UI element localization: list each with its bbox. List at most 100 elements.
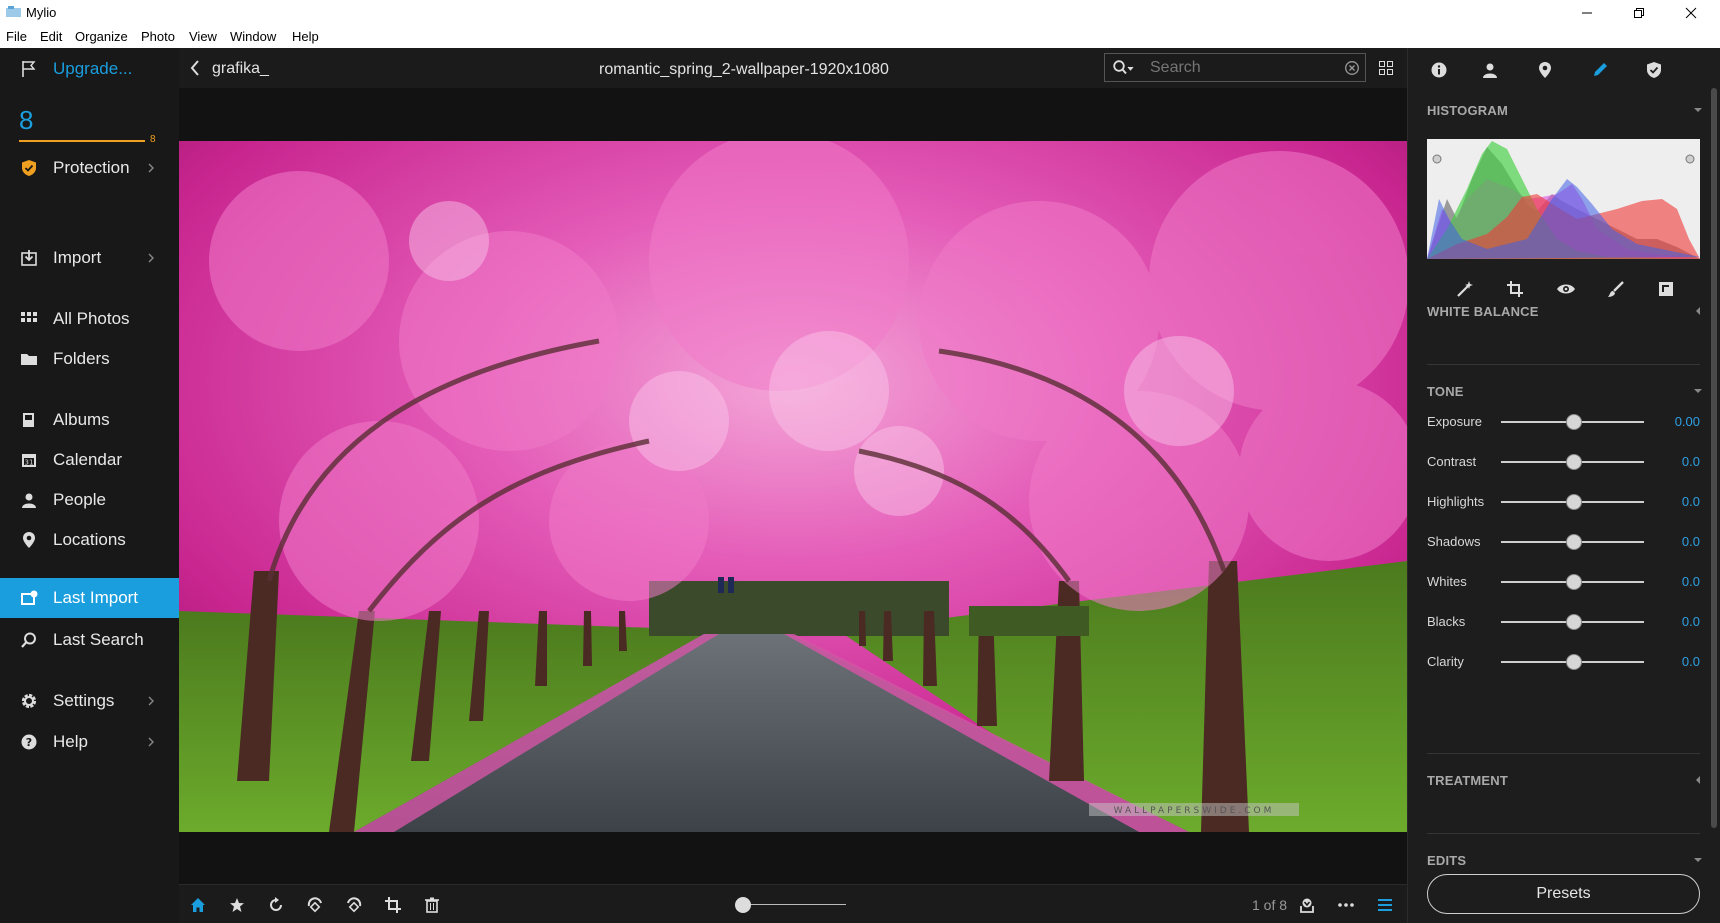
gear-icon xyxy=(20,692,38,710)
search-icon xyxy=(20,631,38,649)
close-button[interactable] xyxy=(1666,0,1716,26)
expand-arrow-icon[interactable] xyxy=(1694,776,1702,784)
edit-pencil-icon[interactable] xyxy=(1589,59,1611,81)
zoom-slider[interactable] xyxy=(730,897,852,913)
slider-knob[interactable] xyxy=(1566,494,1582,510)
sidebar-item-calendar[interactable]: 31 Calendar xyxy=(0,441,179,479)
magic-wand-icon[interactable] xyxy=(1456,280,1474,298)
slider-label: Clarity xyxy=(1427,654,1464,669)
info-icon[interactable] xyxy=(1428,59,1450,81)
slider-value[interactable]: 0.0 xyxy=(1682,534,1700,549)
zoom-knob[interactable] xyxy=(735,897,752,913)
crop-icon[interactable] xyxy=(383,895,403,915)
section-divider xyxy=(1427,833,1700,834)
slider-value[interactable]: 0.0 xyxy=(1682,454,1700,469)
collapse-arrow-icon[interactable] xyxy=(1694,387,1702,395)
menu-view[interactable]: View xyxy=(189,29,217,44)
restore-button[interactable] xyxy=(1614,0,1664,26)
exposure-slider[interactable]: Exposure 0.00 xyxy=(1427,412,1700,432)
sidebar-item-people[interactable]: People xyxy=(0,481,179,519)
shadows-slider[interactable]: Shadows 0.0 xyxy=(1427,532,1700,552)
tone-title: TONE xyxy=(1427,384,1464,399)
expand-arrow-icon[interactable] xyxy=(1694,307,1702,315)
panel-scrollbar[interactable] xyxy=(1711,88,1717,828)
slider-knob[interactable] xyxy=(1566,454,1582,470)
sidebar-item-label: Folders xyxy=(53,349,110,368)
sidebar-item-label: Last Search xyxy=(53,630,144,649)
upgrade-link[interactable]: Upgrade... xyxy=(0,50,179,88)
trash-icon[interactable] xyxy=(422,895,442,915)
sidebar: Upgrade... 8 8 Protection Import All Pho… xyxy=(0,48,179,923)
home-icon[interactable] xyxy=(188,895,208,915)
location-tab-icon[interactable] xyxy=(1534,59,1556,81)
slider-knob[interactable] xyxy=(1566,414,1582,430)
sidebar-item-folders[interactable]: Folders xyxy=(0,340,179,378)
menu-edit[interactable]: Edit xyxy=(40,29,62,44)
menu-help[interactable]: Help xyxy=(292,29,319,44)
edit-panel: HISTOGRAM WHITE BALANCE TONE Exposure 0.… xyxy=(1407,48,1720,923)
sidebar-item-albums[interactable]: Albums xyxy=(0,401,179,439)
blacks-slider[interactable]: Blacks 0.0 xyxy=(1427,612,1700,632)
rotate-icon[interactable] xyxy=(266,895,286,915)
sidebar-item-help[interactable]: ? Help xyxy=(0,723,179,761)
slider-value[interactable]: 0.0 xyxy=(1682,574,1700,589)
menu-photo[interactable]: Photo xyxy=(141,29,175,44)
sidebar-item-settings[interactable]: Settings xyxy=(0,682,179,720)
search-box[interactable] xyxy=(1104,53,1366,82)
slider-value[interactable]: 0.0 xyxy=(1682,494,1700,509)
download-icon[interactable] xyxy=(1297,895,1317,915)
person-icon xyxy=(20,491,38,509)
sidebar-item-all-photos[interactable]: All Photos xyxy=(0,300,179,338)
photo-counter: 1 of 8 xyxy=(1252,897,1288,913)
sidebar-item-locations[interactable]: Locations xyxy=(0,521,179,559)
menu-file[interactable]: File xyxy=(6,29,27,44)
slider-knob[interactable] xyxy=(1566,574,1582,590)
sidebar-item-label: Last Import xyxy=(53,588,139,607)
calendar-icon: 31 xyxy=(20,451,38,469)
adjustment-layer-icon[interactable] xyxy=(1657,280,1675,298)
zoom-track xyxy=(736,904,846,905)
contrast-slider[interactable]: Contrast 0.0 xyxy=(1427,452,1700,472)
red-eye-icon[interactable] xyxy=(1556,280,1576,298)
menu-lines-icon[interactable] xyxy=(1375,895,1395,915)
highlights-slider[interactable]: Highlights 0.0 xyxy=(1427,492,1700,512)
menu-window[interactable]: Window xyxy=(230,29,276,44)
presets-button[interactable]: Presets xyxy=(1427,874,1700,914)
brush-icon[interactable] xyxy=(1607,280,1625,298)
sidebar-item-last-import[interactable]: Last Import xyxy=(0,578,179,618)
slider-value[interactable]: 0.00 xyxy=(1675,414,1700,429)
more-icon[interactable] xyxy=(1336,895,1356,915)
collapse-arrow-icon[interactable] xyxy=(1694,856,1702,864)
slider-knob[interactable] xyxy=(1566,534,1582,550)
rotate-right-icon[interactable] xyxy=(344,895,364,915)
grid-view-icon[interactable] xyxy=(1379,61,1393,75)
menu-organize[interactable]: Organize xyxy=(75,29,128,44)
slider-value[interactable]: 0.0 xyxy=(1682,654,1700,669)
crop-tool-icon[interactable] xyxy=(1506,280,1524,298)
back-arrow-icon[interactable] xyxy=(190,60,200,76)
minimize-button[interactable] xyxy=(1562,0,1612,26)
svg-text:31: 31 xyxy=(25,459,34,467)
breadcrumb-folder[interactable]: grafika_ xyxy=(212,60,269,78)
slider-value[interactable]: 0.0 xyxy=(1682,614,1700,629)
sidebar-item-last-search[interactable]: Last Search xyxy=(0,621,179,659)
clear-search-icon[interactable] xyxy=(1345,61,1359,75)
sidebar-item-protection[interactable]: Protection xyxy=(0,149,179,187)
collapse-arrow-icon[interactable] xyxy=(1694,106,1702,114)
person-tab-icon[interactable] xyxy=(1479,59,1501,81)
slider-knob[interactable] xyxy=(1566,614,1582,630)
protect-tab-icon[interactable] xyxy=(1643,59,1665,81)
whites-slider[interactable]: Whites 0.0 xyxy=(1427,572,1700,592)
star-icon[interactable] xyxy=(227,895,247,915)
sidebar-item-import[interactable]: Import xyxy=(0,239,179,277)
search-input[interactable] xyxy=(1150,58,1340,78)
slider-label: Shadows xyxy=(1427,534,1481,549)
main-photo[interactable]: WALLPAPERSWIDE.COM xyxy=(179,141,1407,832)
sidebar-item-label: Albums xyxy=(53,410,110,429)
clarity-slider[interactable]: Clarity 0.0 xyxy=(1427,652,1700,672)
slider-label: Highlights xyxy=(1427,494,1485,509)
slider-knob[interactable] xyxy=(1566,654,1582,670)
search-icon xyxy=(1113,60,1134,75)
chevron-right-icon xyxy=(148,253,154,263)
rotate-left-icon[interactable] xyxy=(305,895,325,915)
